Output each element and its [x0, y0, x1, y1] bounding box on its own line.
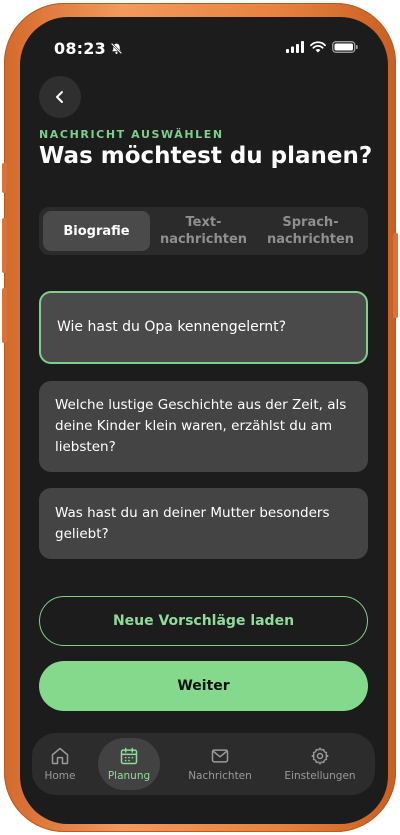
- nav-item-nachrichten[interactable]: Nachrichten: [187, 738, 253, 790]
- page-title: Was möchtest du planen?: [39, 143, 373, 169]
- section-overline: NACHRICHT AUSWÄHLEN: [39, 128, 224, 141]
- tab-textnachrichten[interactable]: Text- nachrichten: [150, 211, 257, 251]
- question-text: Welche lustige Geschichte aus der Zeit, …: [55, 397, 347, 455]
- battery-icon: [332, 41, 358, 53]
- nav-item-planung[interactable]: Planung: [98, 738, 160, 790]
- side-button: [393, 233, 398, 318]
- tab-biografie[interactable]: Biografie: [43, 211, 150, 251]
- bell-off-icon: [110, 42, 123, 55]
- bottom-nav: Home Planung Nachrichten Einstellungen: [32, 733, 375, 795]
- app-screen: 08:23 NACHRICHT AUSWÄHLEN Was möchtest d…: [20, 17, 388, 824]
- question-card[interactable]: Was hast du an deiner Mutter besonders g…: [39, 488, 368, 559]
- next-button[interactable]: Weiter: [39, 661, 368, 711]
- mail-icon: [211, 749, 229, 763]
- status-indicators: [286, 41, 358, 53]
- tab-sprachnachrichten[interactable]: Sprach- nachrichten: [257, 211, 364, 251]
- chevron-left-icon: [56, 91, 63, 103]
- wifi-icon: [310, 41, 326, 53]
- back-button[interactable]: [39, 76, 81, 118]
- nav-item-einstellungen[interactable]: Einstellungen: [284, 738, 356, 790]
- calendar-icon: [120, 747, 138, 765]
- status-time-group: 08:23: [54, 39, 123, 58]
- nav-label: Nachrichten: [188, 770, 252, 782]
- question-card-selected[interactable]: Wie hast du Opa kennengelernt?: [39, 291, 368, 364]
- side-button: [2, 288, 7, 343]
- question-text: Wie hast du Opa kennengelernt?: [57, 319, 287, 335]
- gear-icon: [311, 747, 329, 765]
- load-suggestions-button[interactable]: Neue Vorschläge laden: [39, 596, 368, 646]
- home-icon: [51, 747, 69, 765]
- phone-frame: 08:23 NACHRICHT AUSWÄHLEN Was möchtest d…: [2, 3, 398, 832]
- nav-label: Planung: [107, 770, 151, 782]
- side-button: [2, 163, 7, 193]
- category-tabs: Biografie Text- nachrichten Sprach- nach…: [39, 207, 368, 255]
- side-button: [2, 218, 7, 273]
- nav-label: Einstellungen: [284, 770, 356, 782]
- signal-icon: [286, 41, 304, 53]
- status-bar: 08:23: [20, 39, 388, 59]
- question-text: Was hast du an deiner Mutter besonders g…: [55, 504, 330, 542]
- status-time: 08:23: [54, 39, 106, 58]
- question-card[interactable]: Welche lustige Geschichte aus der Zeit, …: [39, 381, 368, 472]
- nav-item-home[interactable]: Home: [38, 738, 82, 790]
- nav-label: Home: [44, 770, 76, 782]
